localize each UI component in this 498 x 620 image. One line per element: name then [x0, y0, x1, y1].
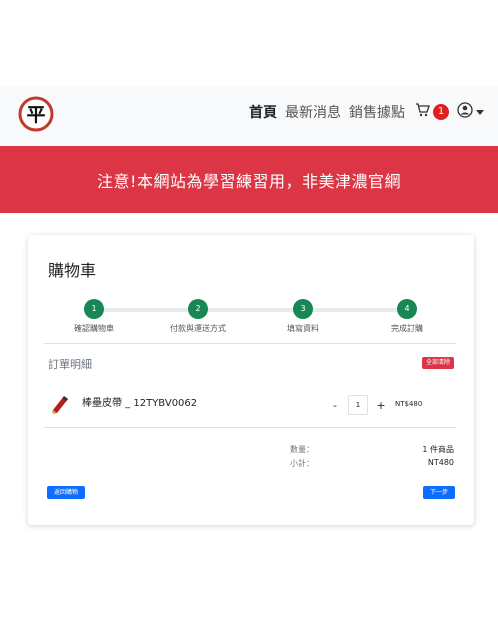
step-fill-info: 3 填寫資料 [258, 299, 348, 334]
nav-links: 首頁 最新消息 銷售據點 1 [249, 86, 484, 138]
steps-track [94, 308, 406, 312]
subtotal-value: NT480 [427, 458, 454, 467]
step-payment-shipping: 2 付款與運送方式 [153, 299, 243, 334]
chevron-down-icon [476, 109, 484, 115]
logo-text: 平 [26, 104, 45, 126]
step-number: 1 [84, 299, 104, 319]
cart-icon [415, 102, 431, 122]
user-icon [457, 102, 473, 122]
order-details-title: 訂單明細 [48, 358, 92, 371]
step-label: 完成訂購 [391, 324, 423, 333]
notice-banner: 注意!本網站為學習練習用，非美津濃官網 [0, 146, 498, 213]
step-number: 3 [293, 299, 313, 319]
cart-count-badge: 1 [433, 104, 449, 120]
quantity-input[interactable]: 1 [348, 395, 368, 415]
nav-link-home[interactable]: 首頁 [249, 102, 277, 122]
user-menu-toggle[interactable] [457, 102, 484, 122]
navbar: 平 首頁 最新消息 銷售據點 1 [0, 86, 498, 146]
divider [44, 427, 456, 428]
step-number: 2 [188, 299, 208, 319]
cart-card: 購物車 1 確認購物車 2 付款與運送方式 3 填寫資料 4 完成訂購 訂單明細… [28, 235, 474, 525]
quantity-label: 數量： [290, 445, 314, 454]
step-confirm-cart: 1 確認購物車 [49, 299, 139, 334]
next-step-button[interactable]: 下一步 [422, 486, 455, 499]
divider [44, 343, 456, 344]
product-thumbnail[interactable] [48, 393, 72, 417]
quantity-stepper: - 1 + [330, 395, 386, 415]
decrease-quantity-button[interactable]: - [330, 399, 340, 412]
step-label: 付款與運送方式 [170, 324, 226, 333]
increase-quantity-button[interactable]: + [376, 399, 386, 412]
nav-link-stores[interactable]: 銷售據點 [349, 102, 405, 122]
back-to-shopping-button[interactable]: 返回購物 [47, 486, 86, 499]
step-label: 填寫資料 [287, 324, 319, 333]
cart-button[interactable]: 1 [415, 102, 449, 122]
quantity-value: 1 件商品 [422, 445, 454, 454]
item-price: NT$480 [395, 400, 423, 408]
brand-logo[interactable]: 平 [16, 94, 56, 134]
step-number: 4 [397, 299, 417, 319]
page-title: 購物車 [48, 261, 97, 280]
step-label: 確認購物車 [74, 324, 114, 333]
notice-text: 注意!本網站為學習練習用，非美津濃官網 [97, 171, 401, 191]
subtotal-label: 小計： [290, 459, 314, 468]
step-complete: 4 完成訂購 [362, 299, 452, 334]
product-name[interactable]: 棒壘皮帶 _ 12TYBV0062 [82, 394, 197, 409]
checkout-steps: 1 確認購物車 2 付款與運送方式 3 填寫資料 4 完成訂購 [28, 299, 474, 339]
nav-link-news[interactable]: 最新消息 [285, 102, 341, 122]
clear-all-button[interactable]: 全部清除 [421, 357, 454, 369]
